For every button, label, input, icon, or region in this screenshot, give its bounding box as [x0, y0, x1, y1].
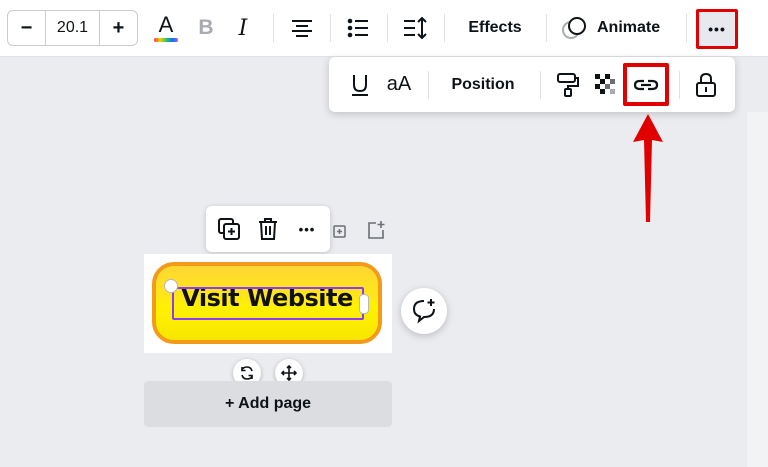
transparency-button[interactable]	[591, 57, 621, 112]
duplicate-button[interactable]	[210, 206, 248, 252]
rotate-icon	[241, 366, 253, 380]
more-options-popover: aA Position	[329, 57, 735, 112]
lock-icon	[696, 72, 716, 97]
animate-icon	[562, 17, 586, 39]
popover-divider	[540, 71, 541, 99]
move-arrows-icon	[281, 365, 297, 381]
vertical-scrollbar[interactable]	[747, 112, 768, 467]
editor-toolbar: − 20.1 + A B I Effects Animate •••	[0, 0, 768, 57]
letter-case-label: aA	[386, 73, 412, 95]
resize-handle-corner[interactable]	[164, 279, 178, 293]
font-size-stepper[interactable]: − 20.1 +	[7, 10, 138, 46]
transparency-checker-icon	[595, 73, 615, 94]
increase-font-size-button[interactable]: +	[100, 11, 137, 45]
rainbow-color-bar-icon	[154, 38, 178, 42]
bold-letter: B	[198, 16, 214, 39]
comment-plus-icon	[412, 299, 435, 324]
copy-style-button[interactable]	[553, 57, 583, 112]
underline-icon	[352, 74, 368, 96]
letter-case-button[interactable]: aA	[383, 57, 415, 112]
align-center-button[interactable]	[288, 12, 316, 44]
toolbar-divider	[444, 14, 445, 42]
more-dots-icon: •••	[708, 21, 726, 37]
decrease-font-size-button[interactable]: −	[8, 11, 45, 45]
italic-button[interactable]: I	[229, 12, 257, 44]
duplicate-page-button[interactable]	[326, 218, 350, 242]
bullet-list-icon	[347, 18, 368, 38]
toolbar-divider	[273, 14, 274, 42]
lock-button[interactable]	[691, 57, 721, 112]
position-button[interactable]: Position	[441, 57, 525, 112]
duplicate-icon	[218, 218, 240, 240]
bold-button[interactable]: B	[192, 12, 220, 44]
underline-button[interactable]	[345, 57, 375, 112]
element-more-button[interactable]: •••	[288, 206, 326, 252]
effects-label: Effects	[468, 19, 522, 36]
red-annotation-arrow-icon	[633, 114, 663, 222]
link-button[interactable]	[623, 63, 669, 106]
resize-handle-side[interactable]	[359, 294, 369, 314]
align-center-icon	[292, 20, 312, 37]
animate-button[interactable]: Animate	[561, 12, 673, 44]
text-color-button[interactable]: A	[150, 10, 182, 46]
position-label: Position	[451, 75, 515, 93]
add-comment-button[interactable]	[401, 288, 447, 334]
toolbar-divider	[330, 14, 331, 42]
toolbar-divider	[546, 14, 547, 42]
add-page-button[interactable]: + Add page	[144, 381, 392, 427]
duplicate-page-icon	[333, 225, 346, 238]
link-icon	[633, 79, 659, 90]
text-selection-box[interactable]	[172, 287, 364, 320]
more-options-button[interactable]: •••	[696, 9, 738, 49]
line-spacing-icon	[404, 17, 427, 39]
effects-button[interactable]: Effects	[459, 12, 531, 44]
paint-roller-icon	[557, 72, 579, 97]
toolbar-divider	[387, 14, 388, 42]
popover-divider	[679, 71, 680, 99]
add-page-above-button[interactable]	[364, 218, 388, 242]
add-page-icon	[368, 221, 385, 239]
popover-divider	[428, 71, 429, 99]
more-dots-icon: •••	[298, 221, 316, 237]
spacing-button[interactable]	[401, 12, 431, 44]
italic-letter: I	[238, 15, 248, 41]
trash-icon	[259, 218, 277, 240]
font-size-value[interactable]: 20.1	[45, 11, 100, 45]
delete-button[interactable]	[249, 206, 287, 252]
bullet-list-button[interactable]	[344, 12, 372, 44]
element-mini-toolbar: •••	[206, 206, 330, 252]
animate-label: Animate	[597, 19, 661, 36]
toolbar-divider	[686, 14, 687, 42]
text-color-letter: A	[158, 12, 174, 37]
